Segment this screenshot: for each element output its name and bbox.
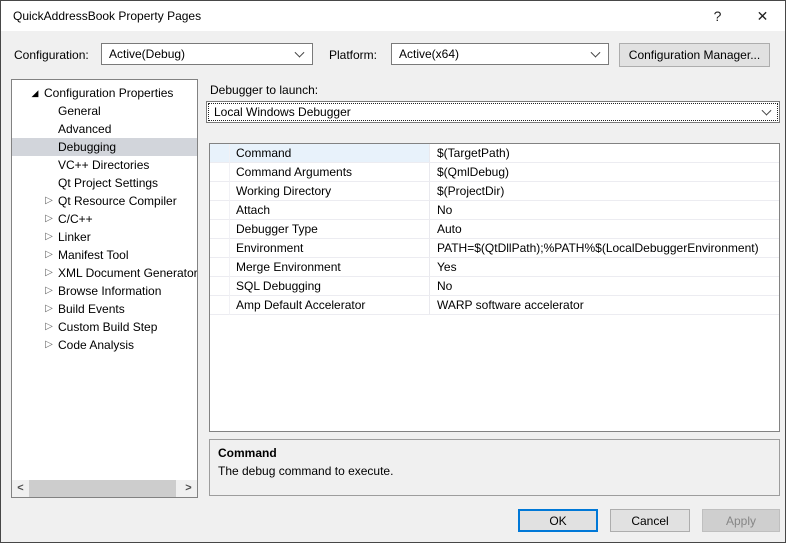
configuration-manager-button[interactable]: Configuration Manager... <box>619 43 770 67</box>
description-title: Command <box>218 446 277 460</box>
description-text: The debug command to execute. <box>218 464 394 478</box>
property-value[interactable]: No <box>430 201 779 220</box>
property-value[interactable]: $(ProjectDir) <box>430 182 779 201</box>
property-value[interactable]: WARP software accelerator <box>430 296 779 315</box>
titlebar[interactable]: QuickAddressBook Property Pages ? ✕ <box>1 1 785 31</box>
property-value[interactable]: Yes <box>430 258 779 277</box>
tree-item-qt-project-settings[interactable]: Qt Project Settings <box>12 174 197 192</box>
property-value[interactable]: PATH=$(QtDllPath);%PATH%$(LocalDebuggerE… <box>430 239 779 258</box>
platform-value: Active(x64) <box>399 47 460 61</box>
tree-item-build-events[interactable]: ▷ Build Events <box>12 300 197 318</box>
tree-item-custom-build-step[interactable]: ▷ Custom Build Step <box>12 318 197 336</box>
row-margin <box>210 220 230 239</box>
tree-collapsed-icon[interactable]: ▷ <box>43 192 55 210</box>
tree-item-manifest-tool[interactable]: ▷ Manifest Tool <box>12 246 197 264</box>
property-row-attach[interactable]: Attach No <box>210 201 779 220</box>
property-row-debugger-type[interactable]: Debugger Type Auto <box>210 220 779 239</box>
debugger-value: Local Windows Debugger <box>214 105 351 119</box>
tree-collapsed-icon[interactable]: ▷ <box>43 228 55 246</box>
platform-select[interactable]: Active(x64) <box>391 43 609 65</box>
row-margin <box>210 239 230 258</box>
tree-collapsed-icon[interactable]: ▷ <box>43 282 55 300</box>
row-margin <box>210 296 230 315</box>
ok-button[interactable]: OK <box>518 509 598 532</box>
property-row-working-directory[interactable]: Working Directory $(ProjectDir) <box>210 182 779 201</box>
property-value[interactable]: No <box>430 277 779 296</box>
scroll-left-icon[interactable]: < <box>12 480 29 497</box>
tree-collapsed-icon[interactable]: ▷ <box>43 246 55 264</box>
row-margin <box>210 182 230 201</box>
property-row-environment[interactable]: Environment PATH=$(QtDllPath);%PATH%$(Lo… <box>210 239 779 258</box>
tree-collapsed-icon[interactable]: ▷ <box>43 264 55 282</box>
debugger-to-launch-label: Debugger to launch: <box>210 83 319 97</box>
help-button[interactable]: ? <box>695 1 740 31</box>
scroll-right-icon[interactable]: > <box>180 480 197 497</box>
tree-item-advanced[interactable]: Advanced <box>12 120 197 138</box>
configuration-tree: ◢ Configuration Properties General Advan… <box>11 79 198 498</box>
property-description-box: Command The debug command to execute. <box>209 439 780 496</box>
tree-collapsed-icon[interactable]: ▷ <box>43 336 55 354</box>
tree-item-code-analysis[interactable]: ▷ Code Analysis <box>12 336 197 354</box>
tree-item-xml-document-generator[interactable]: ▷ XML Document Generator <box>12 264 197 282</box>
debugger-select[interactable]: Local Windows Debugger <box>206 101 780 123</box>
tree-collapsed-icon[interactable]: ▷ <box>43 318 55 336</box>
property-row-command-arguments[interactable]: Command Arguments $(QmlDebug) <box>210 163 779 182</box>
window-title: QuickAddressBook Property Pages <box>13 9 202 23</box>
property-grid: Command $(TargetPath) Command Arguments … <box>209 143 780 432</box>
tree-horizontal-scrollbar[interactable]: < > <box>12 480 197 497</box>
chevron-down-icon <box>590 47 601 58</box>
tree-item-qt-resource-compiler[interactable]: ▷ Qt Resource Compiler <box>12 192 197 210</box>
property-row-merge-environment[interactable]: Merge Environment Yes <box>210 258 779 277</box>
tree-item-browse-information[interactable]: ▷ Browse Information <box>12 282 197 300</box>
row-margin <box>210 163 230 182</box>
chevron-down-icon <box>294 47 305 58</box>
tree-expanded-icon[interactable]: ◢ <box>29 84 41 102</box>
row-margin <box>210 277 230 296</box>
close-icon: ✕ <box>756 7 769 24</box>
property-row-command[interactable]: Command $(TargetPath) <box>210 144 779 163</box>
tree-collapsed-icon[interactable]: ▷ <box>43 210 55 228</box>
apply-button: Apply <box>702 509 780 532</box>
property-row-amp-default-accelerator[interactable]: Amp Default Accelerator WARP software ac… <box>210 296 779 315</box>
platform-label: Platform: <box>329 48 378 62</box>
configuration-select[interactable]: Active(Debug) <box>101 43 313 65</box>
close-button[interactable]: ✕ <box>740 1 785 31</box>
property-row-sql-debugging[interactable]: SQL Debugging No <box>210 277 779 296</box>
row-margin <box>210 201 230 220</box>
tree-collapsed-icon[interactable]: ▷ <box>43 300 55 318</box>
tree-items: ◢ Configuration Properties General Advan… <box>12 80 197 354</box>
tree-item-debugging[interactable]: Debugging <box>12 138 197 156</box>
scrollbar-thumb[interactable] <box>29 480 176 497</box>
property-value[interactable]: $(QmlDebug) <box>430 163 779 182</box>
row-margin <box>210 144 230 163</box>
tree-item-c-cpp[interactable]: ▷ C/C++ <box>12 210 197 228</box>
row-margin <box>210 258 230 277</box>
tree-item-linker[interactable]: ▷ Linker <box>12 228 197 246</box>
cancel-button[interactable]: Cancel <box>610 509 690 532</box>
configuration-label: Configuration: <box>14 48 89 62</box>
chevron-down-icon <box>761 105 772 116</box>
tree-item-general[interactable]: General <box>12 102 197 120</box>
tree-item-configuration-properties[interactable]: ◢ Configuration Properties <box>12 84 197 102</box>
property-value[interactable]: Auto <box>430 220 779 239</box>
property-pages-dialog: QuickAddressBook Property Pages ? ✕ Conf… <box>0 0 786 543</box>
configuration-value: Active(Debug) <box>109 47 186 61</box>
tree-item-vcpp-directories[interactable]: VC++ Directories <box>12 156 197 174</box>
property-value[interactable]: $(TargetPath) <box>430 144 779 163</box>
help-icon: ? <box>713 8 722 24</box>
